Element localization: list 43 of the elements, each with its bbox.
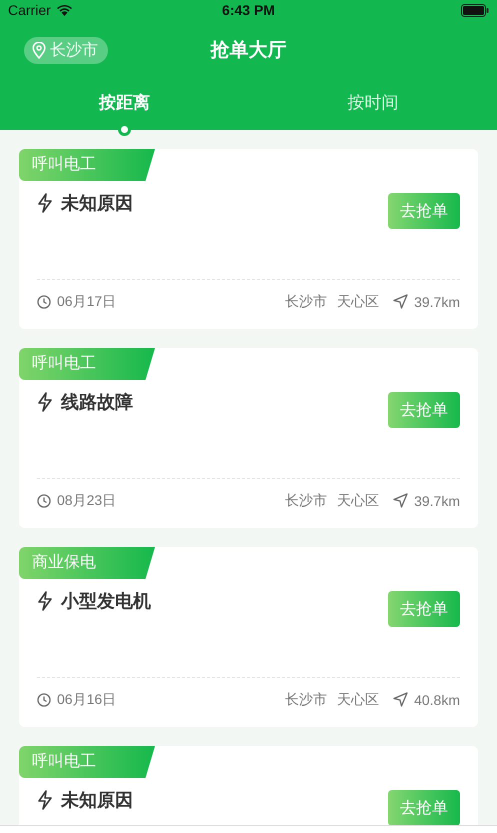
district-text: 天心区 [337, 492, 380, 510]
clock-icon [37, 494, 51, 508]
lightning-icon [37, 392, 53, 412]
category-tag: 呼叫电工 [19, 348, 155, 380]
order-title: 未知原因 [61, 192, 133, 215]
order-title: 小型发电机 [61, 590, 151, 613]
category-tag: 呼叫电工 [19, 149, 155, 181]
clock-icon [37, 294, 51, 308]
navigation-arrow-icon [393, 692, 408, 707]
distance-text: 39.7km [414, 294, 460, 310]
battery-icon [461, 4, 489, 16]
category-tag: 呼叫电工 [19, 746, 155, 778]
lightning-icon [37, 790, 53, 810]
page-title: 抢单大厅 [210, 39, 286, 63]
location-pin-icon [32, 42, 46, 58]
order-date: 08月23日 [57, 492, 116, 510]
grab-order-button[interactable]: 去抢单 [388, 392, 460, 428]
order-date: 06月16日 [57, 690, 116, 708]
location-button[interactable]: 长沙市 [24, 36, 108, 64]
distance-text: 39.7km [414, 492, 460, 508]
city-text: 长沙市 [285, 690, 328, 708]
distance-text: 40.8km [414, 692, 460, 708]
city-text: 长沙市 [285, 292, 328, 310]
grab-order-button[interactable]: 去抢单 [388, 790, 460, 825]
clock-icon [37, 692, 51, 706]
wifi-icon [56, 4, 73, 16]
order-date: 06月17日 [57, 292, 116, 310]
carrier-text: Carrier [8, 2, 51, 18]
city-text: 长沙市 [285, 492, 328, 510]
tab[interactable]: 按时间 [248, 80, 497, 130]
order-title: 线路故障 [61, 391, 133, 414]
lightning-icon [37, 591, 53, 611]
lightning-icon [37, 193, 53, 213]
district-text: 天心区 [337, 292, 380, 310]
navigation-arrow-icon [393, 493, 408, 508]
district-text: 天心区 [337, 690, 380, 708]
order-title: 未知原因 [61, 789, 133, 812]
navigation-arrow-icon [393, 294, 408, 309]
tab[interactable]: 按距离 [0, 80, 248, 130]
grab-order-button[interactable]: 去抢单 [388, 591, 460, 627]
grab-order-button[interactable]: 去抢单 [388, 193, 460, 229]
clock-text: 6:43 PM [222, 2, 275, 18]
category-tag: 商业保电 [19, 547, 155, 579]
